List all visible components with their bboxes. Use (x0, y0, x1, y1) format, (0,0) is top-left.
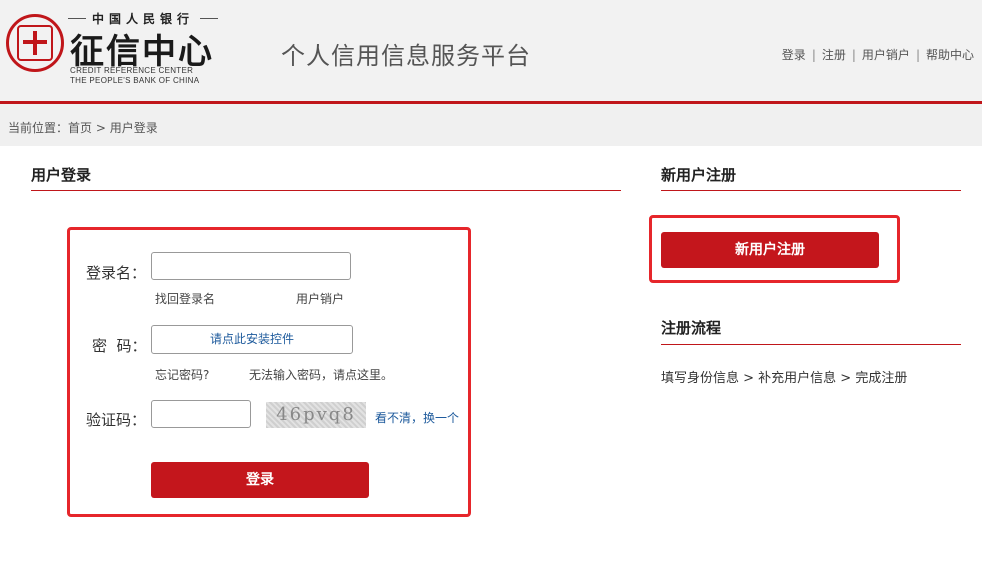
captcha-label: 验证码： (86, 411, 147, 429)
platform-title: 个人信用信息服务平台 (281, 42, 531, 70)
register-flow-steps: 填写身份信息 > 补充用户信息 > 完成注册 (661, 371, 908, 386)
forgot-password-link[interactable]: 忘记密码? (155, 366, 209, 383)
new-user-register-button[interactable]: 新用户注册 (661, 232, 879, 268)
captcha-input[interactable] (151, 400, 251, 428)
breadcrumb: 当前位置：首页 > 用户登录 (8, 119, 158, 136)
breadcrumb-separator: > (92, 121, 110, 135)
logo[interactable]: 中国人民银行 征信中心 CREDIT REFERENCE CENTER THE … (6, 10, 236, 90)
cancel-account-link[interactable]: 用户销户 (296, 290, 344, 307)
captcha-image[interactable]: 46pvq8 (266, 402, 366, 428)
header: 中国人民银行 征信中心 CREDIT REFERENCE CENTER THE … (0, 0, 982, 102)
register-flow-divider (661, 344, 961, 345)
breadcrumb-bar: 当前位置：首页 > 用户登录 (0, 104, 982, 146)
breadcrumb-current: 用户登录 (109, 121, 158, 135)
password-control-install[interactable]: 请点此安装控件 (151, 325, 353, 354)
login-section-title: 用户登录 (31, 166, 92, 184)
nav-separator: | (915, 48, 920, 62)
breadcrumb-home-link[interactable]: 首页 (68, 121, 92, 135)
top-nav: 登录 | 注册 | 用户销户 | 帮助中心 (782, 46, 974, 63)
captcha-refresh-link[interactable]: 看不清，换一个 (375, 409, 459, 426)
seal-icon (6, 14, 64, 72)
nav-cancel-account-link[interactable]: 用户销户 (862, 48, 910, 62)
nav-separator: | (851, 48, 856, 62)
login-button[interactable]: 登录 (151, 462, 369, 498)
nav-help-link[interactable]: 帮助中心 (926, 48, 974, 62)
breadcrumb-prefix: 当前位置： (8, 121, 69, 135)
nav-register-link[interactable]: 注册 (822, 48, 846, 62)
register-section-title: 新用户注册 (661, 166, 737, 184)
register-section-divider (661, 190, 961, 191)
retrieve-username-link[interactable]: 找回登录名 (155, 290, 215, 307)
password-label: 密 码： (92, 337, 147, 355)
register-flow-title: 注册流程 (661, 319, 722, 337)
logo-english-text: CREDIT REFERENCE CENTER THE PEOPLE'S BAN… (70, 66, 200, 85)
username-input[interactable] (151, 252, 351, 280)
cannot-input-password-link[interactable]: 无法输入密码，请点这里。 (249, 366, 393, 383)
nav-login-link[interactable]: 登录 (782, 48, 806, 62)
nav-separator: | (811, 48, 816, 62)
username-label: 登录名： (86, 264, 147, 282)
login-section-divider (31, 190, 621, 191)
